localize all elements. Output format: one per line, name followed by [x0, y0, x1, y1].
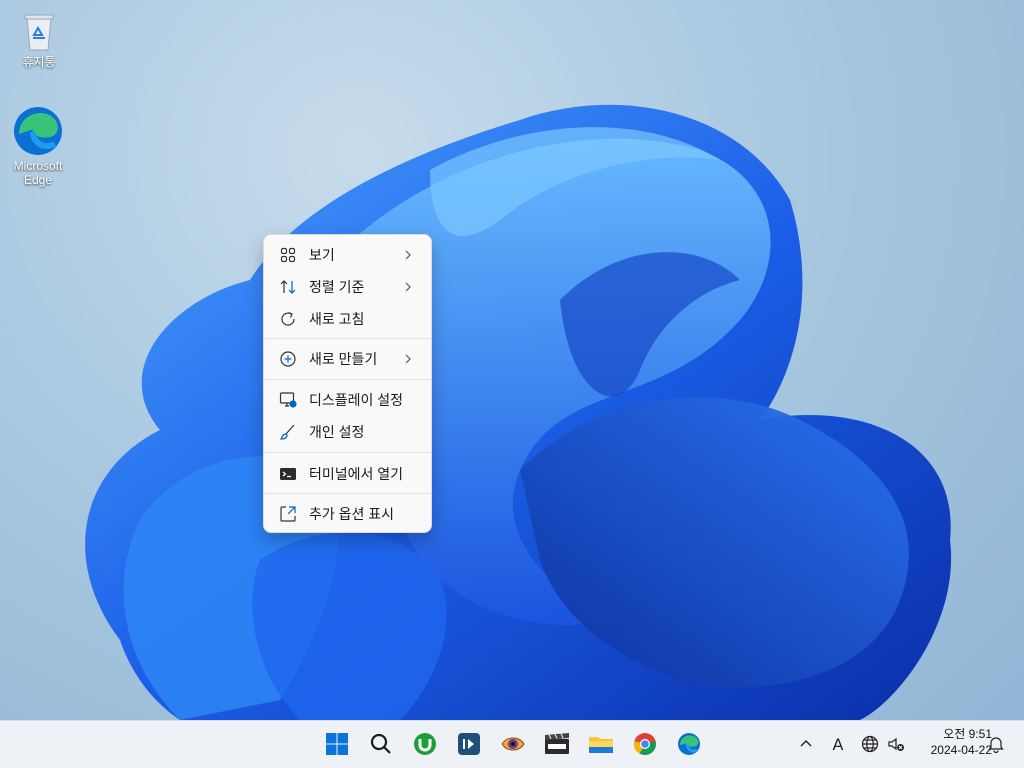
ime-a-icon: A	[832, 734, 844, 754]
taskbar-app-hpc-be[interactable]	[542, 729, 572, 759]
desktop-icon-label: Microsoft Edge	[13, 159, 63, 187]
personalize-brush-icon	[279, 423, 297, 441]
new-plus-icon	[279, 350, 297, 368]
more-options-icon	[279, 505, 297, 523]
menu-item-label: 새로 고침	[309, 311, 365, 327]
menu-item-label: 터미널에서 열기	[309, 466, 404, 482]
edge-icon	[678, 733, 700, 755]
network-icon	[861, 735, 879, 753]
taskbar-app-file-explorer[interactable]	[586, 729, 616, 759]
desktop-context-menu: 보기 정렬 기준 새로 고침 새로 만들기 디스플레이 설정 개인 설정 터미널…	[263, 234, 432, 533]
volume-muted-icon	[888, 737, 904, 751]
tray-overflow-button[interactable]	[796, 732, 816, 756]
sort-icon	[279, 278, 297, 296]
taskbar-clock[interactable]: 오전 9:51 2024-04-22	[912, 726, 992, 758]
recycle-bin-icon	[24, 14, 54, 51]
menu-item-new[interactable]: 새로 만들기	[268, 345, 427, 373]
display-settings-icon	[279, 391, 297, 409]
refresh-icon	[279, 310, 297, 328]
taskbar-search-button[interactable]	[366, 729, 396, 759]
view-grid-icon	[279, 246, 297, 264]
chevron-right-icon	[405, 250, 411, 260]
taskbar-app-edge[interactable]	[674, 729, 704, 759]
eye-app-icon	[501, 737, 525, 751]
desktop-icon-recycle-bin[interactable]: 휴지통	[7, 10, 71, 69]
hpc-be-icon	[545, 733, 569, 754]
desktop-wallpaper	[85, 104, 952, 720]
taskbar-start-button[interactable]	[322, 729, 352, 759]
menu-separator	[264, 379, 431, 380]
notification-center-button[interactable]	[986, 732, 1006, 756]
menu-item-more-options[interactable]: 추가 옵션 표시	[268, 500, 427, 528]
clock-time: 오전 9:51	[943, 727, 992, 741]
utorrent-icon	[414, 733, 436, 755]
taskbar-app-eye[interactable]	[498, 729, 528, 759]
taskbar-app-chrome[interactable]	[630, 729, 660, 759]
menu-item-label: 개인 설정	[309, 424, 365, 440]
clock-date: 2024-04-22	[930, 743, 992, 757]
menu-item-label: 디스플레이 설정	[309, 392, 404, 408]
menu-item-open-terminal[interactable]: 터미널에서 열기	[268, 460, 427, 488]
menu-separator	[264, 338, 431, 339]
menu-item-sort-by[interactable]: 정렬 기준	[268, 273, 427, 301]
taskbar-app-utorrent[interactable]	[410, 729, 440, 759]
chevron-right-icon	[405, 282, 411, 292]
app-1d-icon	[458, 733, 480, 755]
menu-item-refresh[interactable]: 새로 고침	[268, 305, 427, 333]
chevron-right-icon	[405, 354, 411, 364]
taskbar-app-1d[interactable]	[454, 729, 484, 759]
menu-item-personalize[interactable]: 개인 설정	[268, 418, 427, 446]
menu-item-view[interactable]: 보기	[268, 241, 427, 269]
tray-volume-button[interactable]	[886, 732, 906, 756]
desktop-icon-label: 휴지통	[22, 55, 56, 69]
file-explorer-icon	[589, 737, 613, 753]
tray-ime-indicator[interactable]: A	[828, 732, 848, 756]
edge-icon	[14, 107, 62, 155]
menu-item-label: 추가 옵션 표시	[309, 506, 395, 522]
desktop-icon-edge[interactable]: Microsoft Edge	[6, 106, 70, 187]
tray-network-button[interactable]	[860, 732, 880, 756]
menu-item-label: 정렬 기준	[309, 279, 365, 295]
terminal-icon	[279, 465, 297, 483]
search-icon	[370, 733, 391, 754]
menu-item-label: 새로 만들기	[309, 351, 378, 367]
bell-icon	[988, 737, 1004, 753]
start-icon	[326, 733, 348, 755]
menu-separator	[264, 493, 431, 494]
chrome-icon	[634, 733, 656, 755]
menu-item-label: 보기	[309, 247, 335, 263]
chevron-up-icon	[800, 740, 812, 747]
menu-item-display-settings[interactable]: 디스플레이 설정	[268, 386, 427, 414]
menu-separator	[264, 452, 431, 453]
